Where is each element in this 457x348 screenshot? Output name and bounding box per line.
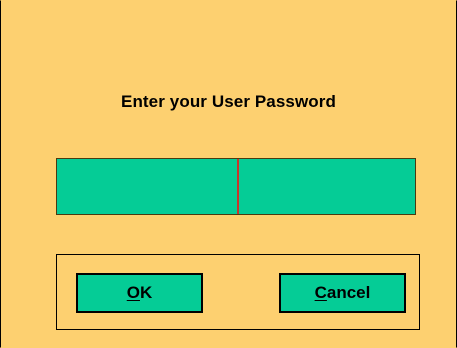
button-group: OK Cancel	[56, 254, 420, 330]
ok-button[interactable]: OK	[76, 273, 203, 313]
cancel-label-rest: ancel	[326, 283, 371, 302]
ok-label-rest: K	[139, 283, 153, 302]
password-input[interactable]	[56, 158, 416, 215]
prompt-label: Enter your User Password	[121, 92, 336, 111]
cancel-button[interactable]: Cancel	[279, 273, 406, 313]
password-dialog: Enter your User Password OK Cancel	[0, 0, 457, 348]
ok-mnemonic: O	[126, 283, 140, 302]
cancel-mnemonic: C	[314, 283, 327, 302]
text-caret	[237, 159, 239, 214]
